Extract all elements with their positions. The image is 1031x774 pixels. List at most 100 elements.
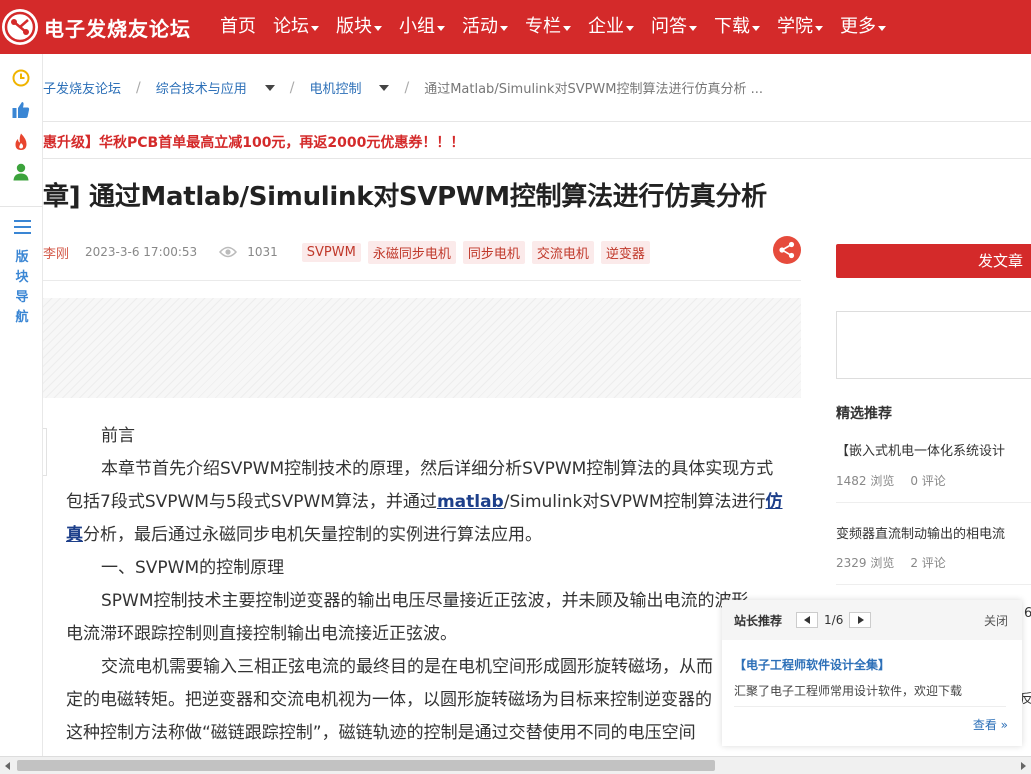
author-link[interactable]: 李刚 — [43, 243, 69, 262]
eye-icon — [219, 246, 238, 258]
publish-time: 2023-3-6 17:00:53 — [85, 245, 198, 259]
breadcrumb-home[interactable]: 子发烧友论坛 — [43, 78, 121, 97]
nav-item[interactable]: 学院 — [769, 0, 832, 54]
breadcrumb-section[interactable]: 综合技术与应用 — [156, 78, 247, 97]
sidebar-widget — [836, 311, 1031, 379]
paragraph: SPWM控制技术主要控制逆变器的输出电压尽量接近正弦波，并未顾及输出电流的波形 — [101, 591, 749, 611]
text: 包括7段式SVPWM与5段式SVPWM算法，并通过 — [66, 492, 437, 512]
keyword-link-simulation[interactable]: 仿 — [766, 492, 783, 512]
site-name: 电子发烧友论坛 — [44, 16, 191, 41]
breadcrumb-current: 通过Matlab/Simulink对SVPWM控制算法进行仿真分析 ... — [424, 82, 764, 97]
comment-count: 2 评论 — [910, 556, 946, 570]
scroll-right-icon[interactable] — [1021, 762, 1026, 770]
caret-down-icon — [815, 26, 823, 31]
caret-down-icon — [311, 26, 319, 31]
comment-count: 0 评论 — [910, 474, 946, 488]
nav-item[interactable]: 更多 — [832, 0, 895, 54]
nav-item[interactable]: 活动 — [454, 0, 517, 54]
tag-link[interactable]: 同步电机 — [462, 240, 525, 264]
toolbar-divider — [0, 206, 43, 207]
popup-label: 站长推荐 — [734, 613, 783, 628]
nav-item-label: 学院 — [777, 16, 813, 37]
caret-down-icon — [374, 26, 382, 31]
next-page-button[interactable] — [849, 612, 872, 628]
caret-down-icon — [437, 26, 445, 31]
keyword-link-matlab[interactable]: matlab — [437, 492, 504, 512]
keyword-link-simulation[interactable]: 真 — [66, 525, 83, 545]
chevron-down-icon[interactable] — [379, 84, 390, 91]
tag-link[interactable]: 逆变器 — [600, 240, 650, 264]
page-indicator: 1/6 — [824, 613, 844, 627]
board-nav-char: 版 — [15, 250, 29, 265]
breadcrumb-separator: / — [136, 79, 141, 96]
nav-item[interactable]: 版块 — [328, 0, 391, 54]
top-nav: 电子发烧友论坛 首页 论坛 版块 小组 活动 专栏 企业 问答 下载 学院 更多 — [0, 0, 1031, 54]
caret-down-icon — [878, 26, 886, 31]
popup-header: 站长推荐 1/6 关闭 — [722, 600, 1022, 640]
paragraph: 交流电机需要输入三相正弦电流的最终目的是在电机空间形成圆形旋转磁场，从而 — [101, 657, 713, 677]
ad-banner[interactable] — [43, 298, 801, 398]
nav-item-label: 小组 — [399, 16, 435, 37]
board-nav-char: 块 — [15, 270, 29, 285]
paragraph: 电流滞环跟踪控制则直接控制输出电流接近正弦波。 — [66, 624, 457, 644]
featured-item-link[interactable]: 变频器直流制动输出的相电流 — [836, 523, 1031, 542]
paragraph: 包括7段式SVPWM与5段式SVPWM算法，并通过matlab/Simulink… — [66, 486, 801, 519]
popup-item-title[interactable]: 【电子工程师软件设计全集】 — [734, 656, 890, 673]
nav-item[interactable]: 首页 — [212, 0, 265, 54]
caret-down-icon — [563, 26, 571, 31]
side-tab[interactable] — [43, 428, 47, 476]
view-count: 2329 浏览 — [836, 556, 895, 570]
nav-item[interactable]: 论坛 — [265, 0, 328, 54]
nav-item[interactable]: 问答 — [643, 0, 706, 54]
fire-icon[interactable] — [11, 132, 31, 152]
promo-link[interactable]: 惠升级】华秋PCB首单最高立减100元，再返2000元优惠券！！！ — [43, 132, 464, 152]
caret-down-icon — [689, 26, 697, 31]
nav-item[interactable]: 企业 — [580, 0, 643, 54]
tag-link[interactable]: SVPWM — [301, 242, 361, 262]
view-more-link[interactable]: 查看 » — [973, 716, 1008, 733]
caret-down-icon — [500, 26, 508, 31]
breadcrumb: 子发烧友论坛 / 综合技术与应用 / 电机控制 / 通过Matlab/Simul… — [43, 54, 1031, 122]
post-article-button[interactable]: 发文章 — [836, 244, 1031, 278]
nav-item[interactable]: 小组 — [391, 0, 454, 54]
horizontal-scrollbar[interactable] — [0, 756, 1031, 774]
chevron-down-icon[interactable] — [264, 84, 275, 91]
divider — [836, 584, 1031, 585]
logo-icon — [2, 9, 38, 45]
user-icon[interactable] — [11, 162, 31, 182]
nav-item-label: 首页 — [220, 16, 256, 37]
nav-item[interactable]: 专栏 — [517, 0, 580, 54]
paragraph: 真分析，最后通过永磁同步电机矢量控制的实例进行算法应用。 — [66, 519, 801, 552]
breadcrumb-separator: / — [404, 79, 410, 96]
nav-item[interactable]: 下载 — [706, 0, 769, 54]
breadcrumb-board[interactable]: 电机控制 — [309, 78, 361, 97]
popup-item-desc: 汇聚了电子工程师常用设计软件，欢迎下载 — [734, 684, 963, 698]
menu-icon — [13, 220, 31, 234]
board-nav-toggle[interactable]: 版 块 导 航 — [12, 220, 32, 328]
tag-link[interactable]: 永磁同步电机 — [367, 240, 456, 264]
paragraph: 定的电磁转矩。把逆变器和交流电机视为一体，以圆形旋转磁场为目标来控制逆变器的 — [66, 690, 712, 710]
featured-item-link[interactable]: 6 — [1024, 606, 1031, 621]
clock-icon[interactable] — [11, 68, 31, 88]
site-logo[interactable]: 电子发烧友论坛 — [0, 0, 212, 54]
share-button[interactable] — [773, 236, 801, 264]
article-meta: 李刚 2023-3-6 17:00:53 1031 SVPWM 永磁同步电机 同… — [43, 238, 803, 266]
view-count: 1031 — [247, 245, 278, 259]
nav-item-label: 活动 — [462, 16, 498, 37]
scroll-left-icon[interactable] — [5, 762, 10, 770]
divider — [836, 502, 1031, 503]
featured-item-stats: 2329 浏览 2 评论 — [836, 554, 946, 571]
prev-page-button[interactable] — [796, 612, 819, 628]
nav-item-label: 版块 — [336, 16, 372, 37]
featured-item-link[interactable]: 【嵌入式机电一体化系统设计 — [836, 440, 1031, 459]
share-icon — [779, 241, 795, 259]
tag-link[interactable]: 交流电机 — [531, 240, 594, 264]
thumbs-up-icon[interactable] — [11, 100, 31, 120]
article-body: 前言 本章节首先介绍SVPWM控制技术的原理，然后详细分析SVPWM控制算法的具… — [66, 420, 801, 756]
close-button[interactable]: 关闭 — [984, 612, 1008, 629]
webmaster-recommend-popup: 站长推荐 1/6 关闭 【电子工程师软件设计全集】 汇聚了电子工程师常用设计软件… — [722, 600, 1022, 746]
article-title: 章] 通过Matlab/Simulink对SVPWM控制算法进行仿真分析 — [43, 182, 767, 212]
scrollbar-thumb[interactable] — [17, 760, 715, 771]
paragraph: 前言 — [101, 426, 135, 446]
featured-heading: 精选推荐 — [836, 406, 892, 422]
